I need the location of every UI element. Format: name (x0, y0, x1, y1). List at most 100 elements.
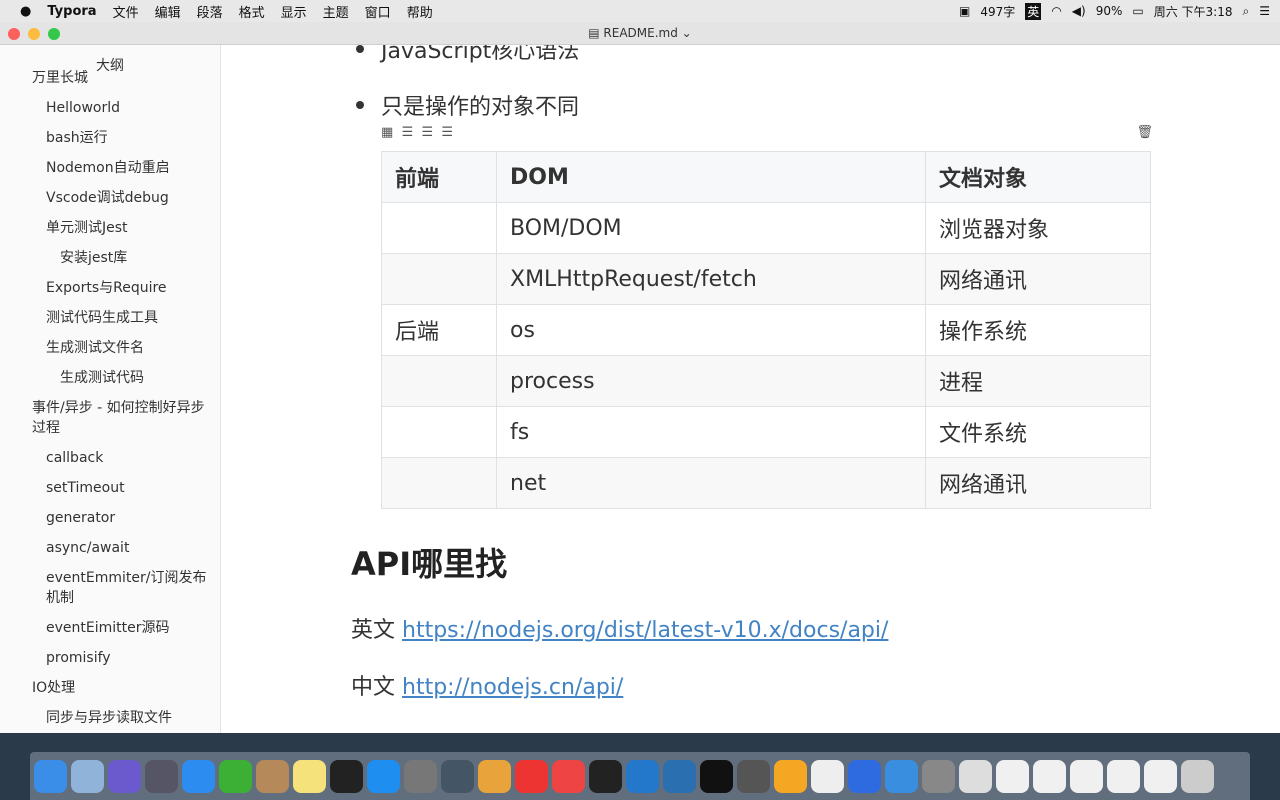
chevron-down-icon[interactable]: ⌄ (678, 26, 692, 40)
close-button[interactable] (8, 28, 20, 40)
menu-help[interactable]: 帮助 (399, 2, 441, 21)
window2-icon[interactable] (1033, 759, 1066, 793)
outline-item[interactable]: callback (0, 443, 220, 473)
outline-item[interactable]: bash运行 (0, 123, 220, 153)
table-cell[interactable]: BOM/DOM (496, 202, 926, 254)
xmind-icon[interactable] (515, 759, 548, 793)
align-right-icon[interactable]: ☰ (441, 125, 453, 140)
english-api-link[interactable]: https://nodejs.org/dist/latest-v10.x/doc… (402, 618, 888, 643)
table-resize-icon[interactable]: ▦ (381, 125, 393, 140)
align-center-icon[interactable]: ☰ (421, 125, 433, 140)
sublime-icon[interactable] (737, 759, 770, 793)
menu-paragraph[interactable]: 段落 (189, 2, 231, 21)
menu-format[interactable]: 格式 (231, 2, 273, 21)
table[interactable]: 前端 DOM 文档对象 BOM/DOM 浏览器对象 XMLHttpRequest/f… (381, 151, 1151, 509)
outline-item[interactable]: Exports与Require (0, 273, 220, 303)
terminal-icon[interactable] (589, 759, 622, 793)
activity-icon[interactable] (441, 759, 474, 793)
battery-icon[interactable]: ▭ (1132, 4, 1143, 18)
launchpad-icon[interactable] (145, 759, 178, 793)
vs-code-icon[interactable] (626, 759, 659, 793)
documents-icon[interactable] (959, 759, 992, 793)
notefile-icon[interactable] (256, 759, 289, 793)
outline-item[interactable]: Vscode调试debug (0, 183, 220, 213)
table-cell[interactable] (381, 406, 497, 458)
table-cell[interactable]: 网络通讯 (925, 457, 1151, 509)
battery-percent[interactable]: 90% (1096, 4, 1123, 18)
minimize-button[interactable] (28, 28, 40, 40)
input-method[interactable]: 英 (1025, 2, 1042, 20)
menu-window[interactable]: 窗口 (357, 2, 399, 21)
outline-item[interactable]: eventEmmiter/订阅发布机制 (0, 563, 220, 613)
window-title[interactable]: README.md (603, 26, 677, 40)
menu-file[interactable]: 文件 (105, 2, 147, 21)
qq-icon[interactable] (330, 759, 363, 793)
sketch-icon[interactable] (774, 759, 807, 793)
git-icon[interactable] (552, 759, 585, 793)
system-preferences-icon[interactable] (404, 759, 437, 793)
word-count[interactable]: 497字 (980, 3, 1015, 20)
keynote-icon[interactable] (885, 759, 918, 793)
chinese-api-link[interactable]: http://nodejs.cn/api/ (402, 675, 623, 700)
menu-theme[interactable]: 主题 (315, 2, 357, 21)
table-cell[interactable]: fs (496, 406, 926, 458)
trash-icon[interactable] (1181, 759, 1214, 793)
editor[interactable]: JavaScript核心语法 只是操作的对象不同 ▦ ☰ ☰ ☰ 🗑 前端 DO… (221, 45, 1280, 733)
notification-icon[interactable]: ☰ (1259, 4, 1270, 18)
quicktime-icon[interactable] (663, 759, 696, 793)
window4-icon[interactable] (1107, 759, 1140, 793)
window1-icon[interactable] (996, 759, 1029, 793)
apple-menu-icon[interactable]: ● (0, 4, 39, 19)
wifi-icon[interactable]: ◠ (1051, 4, 1061, 18)
notes-icon[interactable] (293, 759, 326, 793)
table-cell[interactable] (381, 202, 497, 254)
table-cell[interactable]: 浏览器对象 (925, 202, 1151, 254)
record-icon[interactable]: ▣ (959, 4, 970, 18)
outline-item[interactable]: Nodemon自动重启 (0, 153, 220, 183)
outline-item[interactable]: setTimeout (0, 473, 220, 503)
siri-icon[interactable] (108, 759, 141, 793)
list-item[interactable]: JavaScript核心语法 (356, 45, 579, 65)
table-header[interactable]: 前端 (381, 151, 497, 203)
table-cell[interactable]: process (496, 355, 926, 407)
outline-item[interactable]: Helloworld (0, 93, 220, 123)
table-header[interactable]: DOM (496, 151, 926, 203)
outline-item[interactable]: 同步与异步读取文件 (0, 703, 220, 733)
window3-icon[interactable] (1070, 759, 1103, 793)
wechat-icon[interactable] (219, 759, 252, 793)
clock[interactable]: 周六 下午3:18 (1154, 3, 1233, 20)
zoom-button[interactable] (48, 28, 60, 40)
outline-item[interactable]: async/await (0, 533, 220, 563)
window5-icon[interactable] (1144, 759, 1177, 793)
table-cell[interactable]: XMLHttpRequest/fetch (496, 253, 926, 305)
outline-item[interactable]: eventEimitter源码 (0, 613, 220, 643)
table-cell[interactable]: 操作系统 (925, 304, 1151, 356)
outline-item[interactable]: 生成测试代码 (0, 363, 220, 393)
table-cell[interactable] (381, 457, 497, 509)
table-cell[interactable]: 文件系统 (925, 406, 1151, 458)
table-cell[interactable]: net (496, 457, 926, 509)
typora-icon[interactable] (811, 759, 844, 793)
align-left-icon[interactable]: ☰ (402, 125, 414, 140)
outline-item[interactable]: 安装jest库 (0, 243, 220, 273)
wps-icon[interactable] (848, 759, 881, 793)
menu-view[interactable]: 显示 (273, 2, 315, 21)
table-cell[interactable]: 进程 (925, 355, 1151, 407)
table-cell[interactable]: 网络通讯 (925, 253, 1151, 305)
outline-item[interactable]: 生成测试文件名 (0, 333, 220, 363)
menu-app[interactable]: Typora (39, 4, 104, 19)
list-item[interactable]: 只是操作的对象不同 (356, 89, 579, 121)
volume-icon[interactable]: ◀) (1072, 4, 1086, 18)
table-cell[interactable] (381, 355, 497, 407)
outline-item[interactable]: generator (0, 503, 220, 533)
preview-icon[interactable] (71, 759, 104, 793)
outline-item[interactable]: promisify (0, 643, 220, 673)
table-cell[interactable] (381, 253, 497, 305)
chrome-icon[interactable] (478, 759, 511, 793)
outline-item[interactable]: 事件/异步 - 如何控制好异步过程 (0, 393, 220, 443)
table-cell[interactable]: 后端 (381, 304, 497, 356)
finder-icon[interactable] (34, 759, 67, 793)
delete-table-icon[interactable]: 🗑 (1136, 125, 1153, 140)
app-store-icon[interactable] (367, 759, 400, 793)
table-header[interactable]: 文档对象 (925, 151, 1151, 203)
